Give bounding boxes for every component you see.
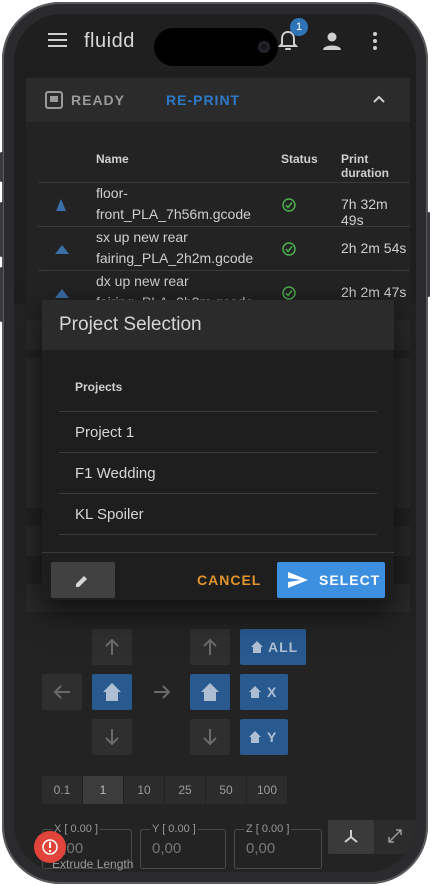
home-xy-button[interactable] (92, 674, 132, 710)
home-icon (249, 731, 261, 743)
home-all-button[interactable]: ALL (240, 629, 306, 665)
home-y-button[interactable]: Y (240, 719, 288, 755)
check-circle-icon (282, 198, 296, 212)
step-option[interactable]: 25 (165, 776, 206, 804)
list-item[interactable]: KL Spoiler (75, 506, 144, 523)
table-row-name[interactable]: sx up new rear fairing_PLA_2h2m.gcode (96, 227, 266, 269)
job-card-header: READY RE-PRINT (26, 78, 410, 122)
arrow-down-icon (203, 729, 217, 746)
divider (59, 493, 377, 494)
alert-octagon-icon (42, 839, 58, 855)
camera-icon (258, 41, 270, 53)
move-mode-button[interactable] (328, 820, 374, 854)
app-logo: fluidd (84, 30, 135, 52)
jog-x-minus-button[interactable] (42, 674, 82, 710)
step-option-selected[interactable]: 1 (83, 776, 124, 804)
check-circle-icon (282, 286, 296, 300)
check-circle-icon (282, 242, 296, 256)
arrow-left-icon (53, 685, 70, 699)
dialog-title-bar: Project Selection (42, 300, 394, 350)
table-row-duration: 7h 32m 49s (341, 196, 388, 228)
arrow-right-icon (154, 685, 171, 699)
select-button[interactable]: SELECT (277, 562, 385, 598)
file-thumbnail-icon (55, 289, 69, 298)
table-row-duration: 2h 2m 54s (341, 240, 407, 256)
table-row-name[interactable]: floor-front_PLA_7h56m.gcode (96, 183, 266, 225)
more-vert-icon[interactable] (372, 31, 378, 51)
file-thumbnail-icon (56, 199, 66, 211)
chevron-up-icon[interactable] (373, 95, 385, 103)
phone-frame: fluidd 1 READY RE-PRINT Name Status Prin… (0, 2, 430, 884)
app-bar: fluidd 1 (14, 14, 416, 70)
divider (59, 534, 377, 535)
z-position-label: Z [ 0.00 ] (244, 823, 292, 835)
screen: fluidd 1 READY RE-PRINT Name Status Prin… (14, 14, 416, 872)
jog-y-minus-button[interactable] (92, 719, 132, 755)
y-position-value: 0,00 (152, 840, 182, 857)
expand-icon (388, 829, 402, 843)
step-option[interactable]: 10 (124, 776, 165, 804)
jog-z-minus-button[interactable] (190, 719, 230, 755)
project-selection-dialog: Project Selection Projects Project 1 F1 … (42, 300, 394, 600)
z-position-value: 0,00 (246, 840, 276, 857)
step-size-selector: 0.1 1 10 25 50 100 (42, 776, 288, 804)
home-icon (251, 641, 263, 653)
emergency-stop-button[interactable] (34, 831, 66, 863)
jog-x-plus-button[interactable] (142, 674, 182, 710)
y-position-label: Y [ 0.00 ] (150, 823, 198, 835)
volume-up-button (0, 202, 3, 257)
dialog-divider (42, 552, 394, 553)
printer-icon (45, 91, 63, 109)
home-icon (249, 686, 261, 698)
cancel-button[interactable]: CANCEL (197, 572, 261, 588)
job-card: READY RE-PRINT Name Status Print duratio… (26, 78, 410, 318)
notification-badge: 1 (290, 18, 308, 36)
column-duration[interactable]: Print duration (341, 152, 410, 180)
arrow-up-icon (105, 638, 119, 655)
jog-y-plus-button[interactable] (92, 629, 132, 665)
column-name[interactable]: Name (96, 152, 129, 166)
list-item[interactable]: Project 1 (75, 424, 134, 441)
dialog-title: Project Selection (59, 314, 202, 335)
home-z-button[interactable] (190, 674, 230, 710)
power-button (427, 212, 430, 297)
select-button-label: SELECT (319, 572, 381, 588)
list-item[interactable]: F1 Wedding (75, 465, 156, 482)
pencil-icon (76, 576, 87, 587)
volume-down-button (0, 267, 3, 322)
step-option[interactable]: 0.1 (42, 776, 83, 804)
send-icon (288, 572, 308, 588)
status-text: READY (71, 92, 126, 108)
side-button (0, 152, 3, 182)
divider (59, 452, 377, 453)
jog-z-plus-button[interactable] (190, 629, 230, 665)
projects-header: Projects (75, 380, 123, 394)
divider (59, 411, 377, 412)
menu-icon[interactable] (48, 32, 68, 48)
home-icon (201, 683, 219, 701)
edit-button[interactable] (51, 562, 115, 598)
axes-icon (344, 830, 358, 843)
table-row-duration: 2h 2m 47s (341, 284, 407, 300)
arrow-down-icon (105, 729, 119, 746)
expand-button[interactable] (374, 820, 416, 854)
dynamic-island (154, 28, 278, 66)
account-icon[interactable] (322, 31, 342, 51)
file-thumbnail-icon (55, 245, 69, 254)
home-icon (103, 683, 121, 701)
arrow-up-icon (203, 638, 217, 655)
reprint-button[interactable]: RE-PRINT (166, 92, 240, 108)
home-x-button[interactable]: X (240, 674, 288, 710)
column-status[interactable]: Status (281, 152, 318, 166)
step-option[interactable]: 100 (247, 776, 288, 804)
step-option[interactable]: 50 (206, 776, 247, 804)
